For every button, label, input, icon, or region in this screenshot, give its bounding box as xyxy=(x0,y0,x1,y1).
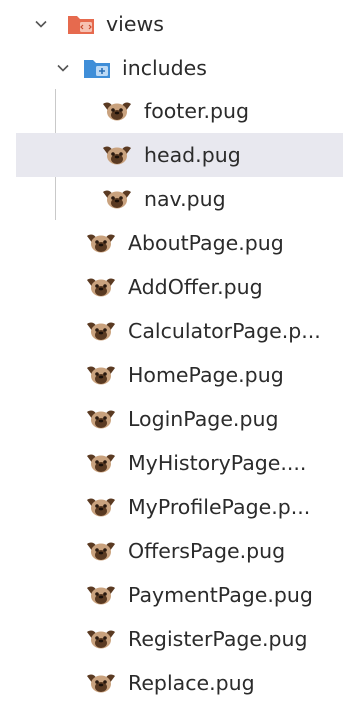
pug-file-icon xyxy=(84,670,118,696)
file-label: MyProfilePage.p... xyxy=(128,495,311,519)
file-label: Replace.pug xyxy=(128,671,255,695)
pug-file-icon xyxy=(84,450,118,476)
pug-file-icon xyxy=(100,186,134,212)
file-nav-pug[interactable]: nav.pug xyxy=(100,177,343,221)
file-label: LoginPage.pug xyxy=(128,407,279,431)
pug-file-icon xyxy=(84,582,118,608)
file-aboutpage-pug[interactable]: AboutPage.pug xyxy=(84,221,343,265)
file-registerpage-pug[interactable]: RegisterPage.pug xyxy=(84,617,343,661)
file-homepage-pug[interactable]: HomePage.pug xyxy=(84,353,343,397)
file-myprofilepage-pug[interactable]: MyProfilePage.p... xyxy=(84,485,343,529)
file-offerspage-pug[interactable]: OffersPage.pug xyxy=(84,529,343,573)
views-folder-icon xyxy=(66,11,96,37)
folder-includes[interactable]: includes xyxy=(52,46,207,90)
file-label: CalculatorPage.p... xyxy=(128,319,321,343)
chevron-down-icon[interactable] xyxy=(52,57,74,79)
file-label: HomePage.pug xyxy=(128,363,284,387)
file-label: RegisterPage.pug xyxy=(128,627,308,651)
pug-file-icon xyxy=(100,142,134,168)
pug-file-icon xyxy=(84,230,118,256)
file-label: AboutPage.pug xyxy=(128,231,284,255)
folder-views[interactable]: views xyxy=(30,2,164,46)
file-label: head.pug xyxy=(144,143,241,167)
file-loginpage-pug[interactable]: LoginPage.pug xyxy=(84,397,343,441)
file-label: OffersPage.pug xyxy=(128,539,286,563)
file-label: MyHistoryPage.... xyxy=(128,451,307,475)
file-footer-pug[interactable]: footer.pug xyxy=(100,89,343,133)
folder-includes-label: includes xyxy=(122,56,207,80)
file-paymentpage-pug[interactable]: PaymentPage.pug xyxy=(84,573,343,617)
pug-file-icon xyxy=(100,98,134,124)
file-label: nav.pug xyxy=(144,187,226,211)
pug-file-icon xyxy=(84,318,118,344)
pug-file-icon xyxy=(84,626,118,652)
file-myhistorypage-pug[interactable]: MyHistoryPage.... xyxy=(84,441,343,485)
chevron-down-icon[interactable] xyxy=(30,13,52,35)
file-replace-pug[interactable]: Replace.pug xyxy=(84,661,343,704)
file-label: AddOffer.pug xyxy=(128,275,263,299)
includes-folder-icon xyxy=(82,55,112,81)
file-head-pug[interactable]: head.pug xyxy=(16,133,343,177)
file-addoffer-pug[interactable]: AddOffer.pug xyxy=(84,265,343,309)
pug-file-icon xyxy=(84,494,118,520)
pug-file-icon xyxy=(84,274,118,300)
pug-file-icon xyxy=(84,538,118,564)
file-calculatorpage-pug[interactable]: CalculatorPage.p... xyxy=(84,309,343,353)
file-label: footer.pug xyxy=(144,99,250,123)
file-explorer-tree: views includes footer.pug head.pug nav.p… xyxy=(0,0,343,704)
pug-file-icon xyxy=(84,362,118,388)
pug-file-icon xyxy=(84,406,118,432)
folder-views-label: views xyxy=(106,12,164,36)
file-label: PaymentPage.pug xyxy=(128,583,313,607)
